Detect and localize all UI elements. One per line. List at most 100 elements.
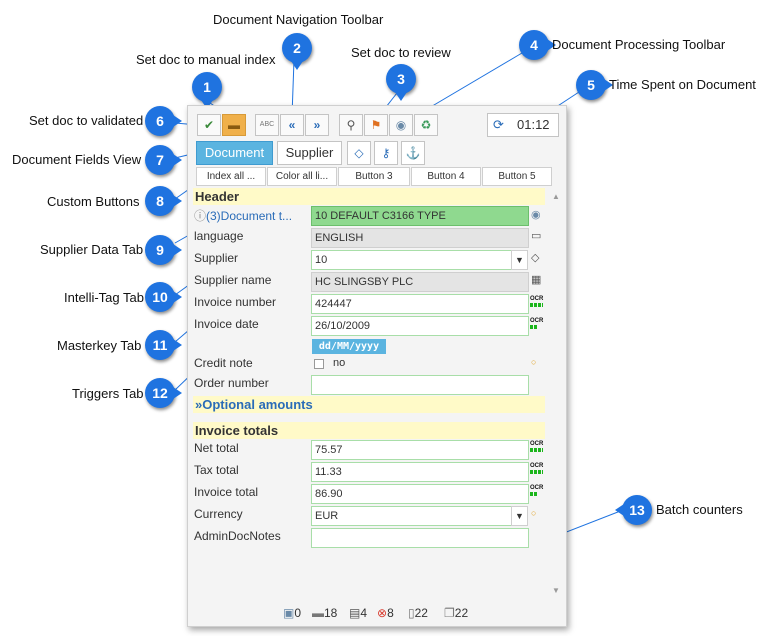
review-button[interactable]: ⚑: [364, 114, 388, 136]
doc-type-label: ⓘ(3)Document t...: [194, 207, 292, 224]
fields-scrollbar[interactable]: ▲ ▼: [550, 190, 562, 600]
callout-badge-4: 4: [519, 30, 556, 60]
abc-icon: ABC: [259, 121, 275, 128]
section-optional-amounts[interactable]: »Optional amounts: [193, 396, 545, 413]
counter-errors-value: 8: [387, 606, 394, 620]
previous-document-button[interactable]: «: [280, 114, 304, 136]
credit-note-label: Credit note: [194, 356, 253, 370]
supplier-name-label: Supplier name: [194, 273, 272, 287]
currency-label: Currency: [194, 507, 243, 521]
tab-intelli-tag[interactable]: ◇: [347, 141, 371, 165]
callout-label-3: Set doc to review: [351, 45, 451, 60]
supplier-name-field[interactable]: HC SLINGSBY PLC: [311, 272, 529, 292]
language-field[interactable]: ENGLISH: [311, 228, 529, 248]
stamp-icon: ▬: [312, 606, 324, 620]
search-button[interactable]: ⚲: [339, 114, 363, 136]
clock-icon: ⟳: [493, 117, 504, 132]
counter-grid[interactable]: ▤4: [349, 606, 367, 620]
stamp-icon: ▬: [228, 118, 240, 132]
currency-dropdown-button[interactable]: ▼: [511, 506, 528, 526]
custom-button-3[interactable]: Button 3: [338, 167, 410, 186]
recycle-button[interactable]: ♻: [414, 114, 438, 136]
callout-label-8: Custom Buttons: [47, 194, 140, 209]
callout-badge-6: 6: [145, 106, 182, 136]
eye-icon: ◉: [531, 209, 541, 221]
invoice-total-label: Invoice total: [194, 485, 259, 499]
counter-errors[interactable]: ⊗8: [377, 606, 394, 620]
ocr-indicator-icon: OCR: [530, 485, 543, 496]
ocr-label: OCR: [530, 463, 544, 469]
custom-button-1[interactable]: Index all ...: [196, 167, 266, 186]
currency-field[interactable]: EUR: [311, 506, 512, 526]
callout-badge-9: 9: [145, 235, 182, 265]
callout-label-9: Supplier Data Tab: [40, 242, 144, 257]
invoice-total-field[interactable]: 86.90: [311, 484, 529, 504]
custom-button-5[interactable]: Button 5: [482, 167, 552, 186]
ocr-label: OCR: [530, 296, 544, 302]
admin-doc-notes-field[interactable]: [311, 528, 529, 548]
info-icon: ⓘ: [194, 209, 207, 223]
invoice-date-field[interactable]: 26/10/2009: [311, 316, 529, 336]
callout-badge-5: 5: [576, 70, 613, 100]
flag-icon: ⚑: [370, 118, 382, 132]
next-document-button[interactable]: »: [305, 114, 329, 136]
date-format-hint: dd/MM/yyyy: [312, 339, 386, 354]
supplier-field[interactable]: 10: [311, 250, 512, 270]
timer-value: 01:12: [517, 117, 550, 132]
view-button[interactable]: ◉: [389, 114, 413, 136]
invoice-date-label: Invoice date: [194, 317, 259, 331]
grid-doc-icon: ▤: [349, 606, 361, 620]
tab-supplier[interactable]: Supplier: [277, 141, 342, 165]
admin-doc-notes-label: AdminDocNotes: [194, 529, 281, 543]
tab-document[interactable]: Document: [196, 141, 273, 165]
validate-button[interactable]: ✔: [197, 114, 221, 136]
invoice-number-field[interactable]: 424447: [311, 294, 529, 314]
caret-down-icon: ▼: [515, 511, 524, 521]
doc-type-label-text: (3)Document t...: [206, 209, 293, 223]
scroll-down-icon[interactable]: ▼: [552, 586, 560, 595]
window-icon: ▭: [531, 230, 542, 242]
circle-indicator-icon: ○: [531, 508, 537, 518]
circle-indicator-icon: ○: [531, 357, 537, 367]
callout-badge-12: 12: [145, 378, 182, 408]
custom-button-2[interactable]: Color all li...: [267, 167, 337, 186]
counter-manual-index-value: 18: [324, 606, 338, 620]
pages-icon: ❐: [444, 606, 455, 620]
supplier-dropdown-button[interactable]: ▼: [511, 250, 528, 270]
custom-button-4[interactable]: Button 4: [411, 167, 481, 186]
callout-badge-7: 7: [145, 145, 182, 175]
net-total-field[interactable]: 75.57: [311, 440, 529, 460]
manual-index-button[interactable]: ▬: [222, 114, 246, 136]
tab-masterkey[interactable]: ⚷: [374, 141, 398, 165]
error-icon: ⊗: [377, 606, 388, 620]
order-number-field[interactable]: [311, 375, 529, 395]
callout-label-13: Batch counters: [656, 502, 743, 517]
scroll-up-icon[interactable]: ▲: [552, 192, 560, 201]
counter-pages[interactable]: ▯22: [408, 606, 428, 620]
callout-label-manual-index: Set doc to manual index: [136, 52, 276, 67]
abc-button[interactable]: ABC: [255, 114, 279, 136]
double-chevron-left-icon: «: [288, 118, 296, 132]
callout-badge-11: 11: [145, 330, 182, 360]
tax-total-field[interactable]: 11.33: [311, 462, 529, 482]
doc-type-field[interactable]: 10 DEFAULT C3166 TYPE: [311, 206, 529, 226]
callout-label-2: Document Navigation Toolbar: [213, 12, 384, 27]
callout-label-5: Time Spent on Document: [609, 77, 756, 92]
counter-documents[interactable]: ❐22: [444, 606, 468, 620]
tax-total-label: Tax total: [194, 463, 239, 477]
double-check-icon: ✔: [203, 118, 215, 132]
tag-icon: ◇: [354, 146, 364, 160]
counter-manual-index[interactable]: ▬18: [312, 606, 337, 620]
tab-triggers[interactable]: ⚓: [401, 141, 425, 165]
ocr-indicator-icon: OCR: [530, 441, 543, 452]
film-icon: ▦: [531, 274, 542, 286]
counter-pages-value: 22: [414, 606, 428, 620]
counter-scanned[interactable]: ▣0: [283, 606, 301, 620]
callout-badge-8: 8: [145, 186, 182, 216]
magnifier-icon: ⚲: [346, 118, 356, 132]
credit-note-checkbox[interactable]: [314, 359, 324, 369]
counter-scanned-value: 0: [294, 606, 302, 620]
supplier-label: Supplier: [194, 251, 239, 265]
ocr-label: OCR: [530, 441, 544, 447]
callout-label-11: Masterkey Tab: [57, 338, 142, 353]
